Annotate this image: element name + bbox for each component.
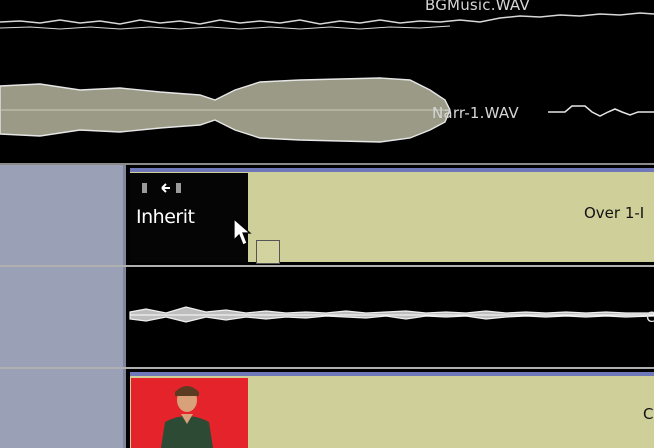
transition-thumbnail[interactable]: Inherit <box>130 173 248 263</box>
bgmusic-waveform <box>0 12 654 25</box>
overlay-audio-label: C <box>646 310 654 326</box>
mouse-pointer-icon <box>233 218 259 248</box>
narration-clip-label[interactable]: Narr-1.WAV <box>432 104 519 122</box>
transition-label: Inherit <box>136 206 195 228</box>
track-header-video[interactable] <box>0 369 126 448</box>
track-header-overlay-audio[interactable] <box>0 267 126 367</box>
bgmusic-clip-label[interactable]: BGMusic.WAV <box>425 0 530 14</box>
transition-direction-icon <box>140 181 200 195</box>
overlay-audio-track <box>126 267 654 367</box>
clip-resize-handle[interactable] <box>256 240 280 264</box>
overlay-clip-label: Over 1-I <box>584 204 645 222</box>
track-header-overlay[interactable] <box>0 165 126 265</box>
video-clip-label: C <box>643 405 654 423</box>
audio-tracks-top: BGMusic.WAV Narr-1.WAV <box>0 0 654 165</box>
person-thumbnail <box>131 378 248 448</box>
audio-waveforms <box>0 12 654 143</box>
overlay-audio-waveform <box>129 306 654 323</box>
